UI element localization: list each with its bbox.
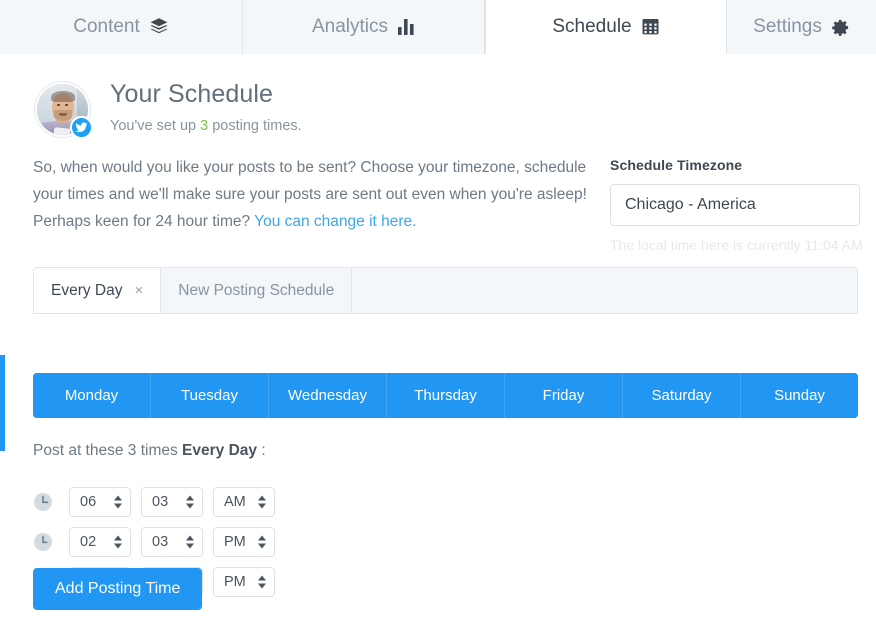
schedule-tab-every-day[interactable]: Every Day ×	[34, 268, 162, 313]
meridiem-stepper-arrows[interactable]	[258, 535, 266, 549]
schedule-tab-new-label: New Posting Schedule	[178, 281, 335, 299]
meridiem-stepper[interactable]: PM	[213, 567, 275, 597]
nav-tab-analytics[interactable]: Analytics	[243, 0, 485, 54]
minute-stepper-arrows[interactable]	[186, 495, 194, 509]
minute-stepper-arrows[interactable]	[186, 535, 194, 549]
page-title: Your Schedule	[110, 80, 274, 108]
intro-text: So, when would you like your posts to be…	[33, 154, 593, 235]
hour-value: 02	[80, 534, 97, 550]
hour-stepper[interactable]: 02	[69, 527, 131, 557]
timezone-section: Schedule Timezone Chicago - America The …	[610, 157, 863, 253]
left-accent-bar	[0, 355, 5, 451]
posting-time-row: 06 03 AM	[33, 482, 285, 522]
local-time-note: The local time here is currently 11:04 A…	[610, 237, 863, 253]
calendar-icon	[641, 17, 660, 36]
timezone-select[interactable]: Chicago - America	[610, 184, 860, 226]
schedule-tab-strip: Every Day × New Posting Schedule	[33, 267, 858, 314]
timezone-value: Chicago - America	[625, 196, 756, 213]
close-icon[interactable]: ×	[135, 283, 144, 298]
post-label-schedule-name: Every Day	[182, 442, 258, 459]
hour-stepper-arrows[interactable]	[114, 535, 122, 549]
minute-value: 03	[152, 534, 169, 550]
layers-icon	[149, 17, 169, 37]
hour-stepper-arrows[interactable]	[114, 495, 122, 509]
subtitle-suffix: posting times.	[208, 118, 302, 134]
add-posting-time-button[interactable]: Add Posting Time	[33, 568, 203, 610]
intro-line-1: So, when would you like your posts to be…	[33, 159, 587, 203]
day-tuesday[interactable]: Tuesday	[151, 373, 269, 418]
schedule-tab-new[interactable]: New Posting Schedule	[161, 268, 353, 313]
day-wednesday[interactable]: Wednesday	[269, 373, 387, 418]
nav-tab-settings-label: Settings	[753, 16, 822, 37]
nav-tab-content[interactable]: Content	[0, 0, 243, 54]
posting-time-row: 02 03 PM	[33, 522, 285, 562]
meridiem-value: PM	[224, 534, 246, 550]
post-label-prefix: Post at these 3 times	[33, 442, 183, 459]
day-friday[interactable]: Friday	[505, 373, 623, 418]
page-header: Your Schedule You've set up 3 posting ti…	[35, 80, 635, 140]
timezone-label: Schedule Timezone	[610, 157, 743, 173]
subtitle-prefix: You've set up	[110, 118, 201, 134]
page-subtitle: You've set up 3 posting times.	[110, 118, 302, 134]
day-thursday[interactable]: Thursday	[387, 373, 505, 418]
minute-stepper[interactable]: 03	[141, 527, 203, 557]
nav-tab-content-label: Content	[73, 16, 140, 37]
main-navbar: Content Analytics Schedule Settings	[0, 0, 876, 54]
meridiem-stepper-arrows[interactable]	[258, 575, 266, 589]
minute-stepper[interactable]: 03	[141, 487, 203, 517]
nav-tab-settings[interactable]: Settings	[727, 0, 876, 54]
app-root: Content Analytics Schedule Settings Your…	[0, 0, 876, 635]
nav-tab-schedule[interactable]: Schedule	[485, 0, 727, 54]
hour-stepper[interactable]: 06	[69, 487, 131, 517]
twitter-icon	[70, 116, 93, 139]
intro-line-2-prefix: Perhaps keen for 24 hour time?	[33, 213, 255, 230]
meridiem-stepper[interactable]: AM	[213, 487, 275, 517]
posting-times-count: 3	[200, 118, 209, 134]
meridiem-stepper[interactable]: PM	[213, 527, 275, 557]
clock-icon	[33, 492, 53, 512]
nav-tab-analytics-label: Analytics	[311, 16, 389, 37]
schedule-tab-every-day-label: Every Day	[51, 281, 123, 299]
meridiem-value: PM	[224, 574, 246, 590]
avatar-wrapper	[35, 82, 93, 139]
post-times-label: Post at these 3 times Every Day :	[33, 442, 266, 460]
day-saturday[interactable]: Saturday	[623, 373, 741, 418]
weekday-strip: Monday Tuesday Wednesday Thursday Friday…	[33, 373, 858, 418]
change-time-format-link[interactable]: You can change it here.	[254, 213, 416, 230]
day-monday[interactable]: Monday	[33, 373, 151, 418]
clock-icon	[33, 532, 53, 552]
day-sunday[interactable]: Sunday	[741, 373, 858, 418]
nav-tab-schedule-label: Schedule	[552, 15, 632, 37]
post-label-suffix: :	[257, 442, 266, 459]
bar-chart-icon	[397, 18, 415, 36]
minute-value: 03	[152, 494, 169, 510]
hour-value: 06	[80, 494, 97, 510]
gear-icon	[831, 18, 850, 37]
schedule-page: Your Schedule You've set up 3 posting ti…	[0, 54, 876, 635]
meridiem-value: AM	[224, 494, 246, 510]
meridiem-stepper-arrows[interactable]	[258, 495, 266, 509]
